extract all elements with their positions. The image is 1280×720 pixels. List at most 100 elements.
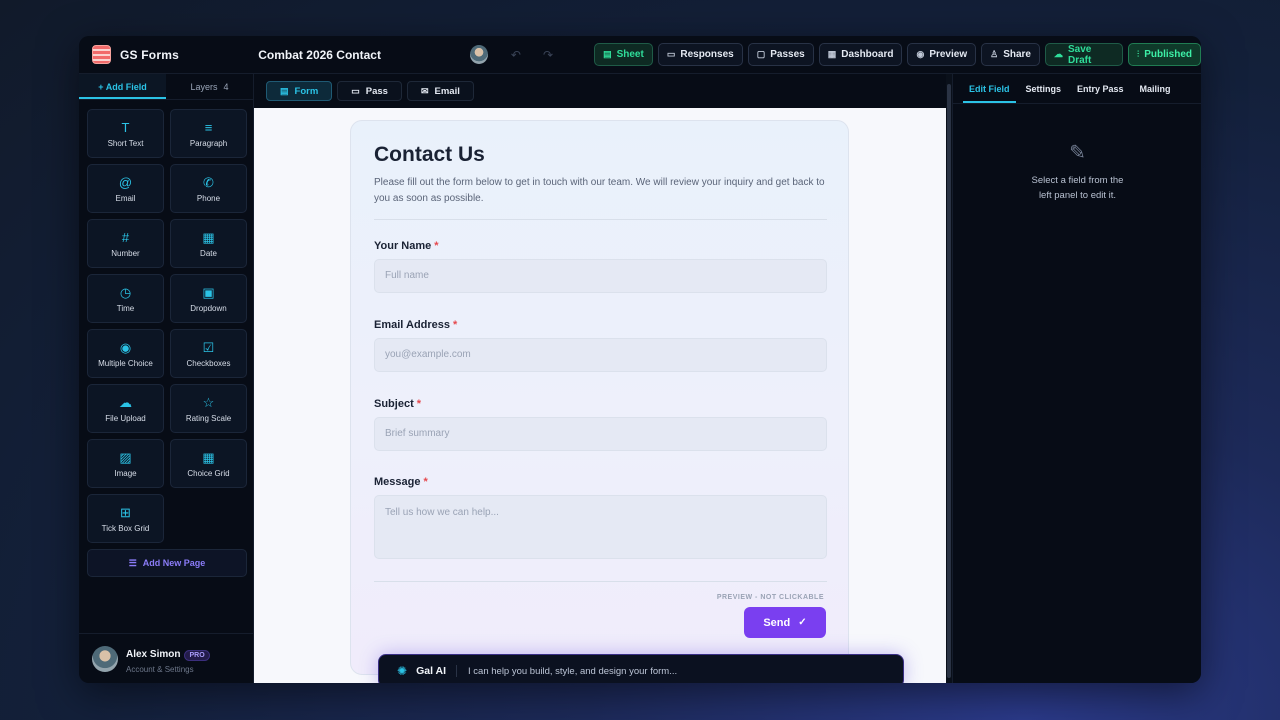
scrollbar-thumb[interactable] [947, 84, 951, 678]
form-icon: ▤ [280, 85, 289, 96]
editor-tabs: ▤ Form ▭ Pass ✉ Email [254, 74, 946, 108]
eye-icon: ◉ [916, 49, 925, 59]
tab-add-field-label: + Add Field [98, 82, 147, 92]
phone-icon: ✆ [203, 175, 214, 190]
redo-icon[interactable]: ↷ [532, 48, 564, 62]
field-type-email[interactable]: @ Email [87, 164, 164, 213]
form-heading: Contact Us [374, 143, 485, 166]
field-type-file-upload[interactable]: ☁ File Upload [87, 384, 164, 433]
ticket-icon: ▢ [756, 49, 766, 59]
passes-button[interactable]: ▢ Passes [747, 43, 814, 66]
save-draft-button[interactable]: ☁ Save Draft [1045, 43, 1123, 66]
email-label: Email Address * [374, 319, 457, 331]
tab-pass[interactable]: ▭ Pass [337, 81, 402, 101]
field-type-label: Multiple Choice [98, 359, 153, 368]
email-label-text: Email Address [374, 319, 451, 331]
cloud-icon: ☁ [1054, 49, 1063, 59]
field-type-date[interactable]: ▦ Date [170, 219, 247, 268]
account-settings-link[interactable]: Account & Settings [126, 665, 210, 674]
field-type-label: Image [114, 469, 137, 478]
user-name: Alex Simon [126, 648, 181, 660]
field-type-choice-grid[interactable]: ▦ Choice Grid [170, 439, 247, 488]
field-type-dropdown[interactable]: ▣ Dropdown [170, 274, 247, 323]
field-type-label: Paragraph [189, 139, 228, 148]
tab-mailing[interactable]: Mailing [1134, 74, 1177, 103]
form-description: Please fill out the form below to get in… [374, 177, 825, 204]
form-title[interactable]: Combat 2026 Contact [258, 48, 470, 62]
sheet-label: Sheet [616, 49, 644, 60]
app-name: GS Forms [120, 47, 179, 62]
field-type-image[interactable]: ▨ Image [87, 439, 164, 488]
subject-label-text: Subject [374, 398, 414, 410]
empty-state: ✎ Select a field from the left panel to … [953, 140, 1201, 203]
properties-panel: Edit Field Settings Entry Pass Mailing ✎… [952, 74, 1201, 683]
user-icon: ♙ [990, 49, 999, 59]
share-button[interactable]: ♙ Share [981, 43, 1040, 66]
number-icon: # [121, 230, 130, 245]
pages-icon: ☰ [128, 557, 137, 568]
grid-icon: ▦ [827, 49, 837, 59]
field-type-tick-box-grid[interactable]: ⊞ Tick Box Grid [87, 494, 164, 543]
field-type-rating-scale[interactable]: ☆ Rating Scale [170, 384, 247, 433]
field-type-number[interactable]: # Number [87, 219, 164, 268]
tab-email-label: Email [434, 85, 460, 97]
avatar [92, 645, 118, 672]
field-type-label: File Upload [105, 414, 146, 423]
save-draft-label: Save Draft [1068, 43, 1092, 66]
ai-assistant-bar[interactable]: ✺ Gal AI I can help you build, style, an… [378, 654, 904, 683]
field-type-label: Dropdown [190, 304, 227, 313]
tab-email[interactable]: ✉ Email [406, 81, 474, 101]
form-preview-card: Contact Us Please fill out the form belo… [350, 120, 849, 675]
subject-label: Subject * [374, 398, 421, 410]
undo-icon[interactable]: ↶ [500, 48, 532, 62]
name-label-text: Your Name [374, 240, 432, 252]
field-type-short-text[interactable]: T Short Text [87, 109, 164, 158]
tab-edit-field[interactable]: Edit Field [963, 74, 1016, 103]
preview-button[interactable]: ◉ Preview [907, 43, 977, 66]
brand[interactable]: GS Forms [92, 45, 258, 64]
published-button[interactable]: ⫶ Published [1127, 43, 1201, 66]
add-new-page-button[interactable]: ☰ Add New Page [87, 549, 247, 577]
dashboard-label: Dashboard [841, 49, 894, 60]
field-type-time[interactable]: ◷ Time [87, 274, 164, 323]
email-field[interactable]: you@example.com [374, 338, 827, 372]
field-type-phone[interactable]: ✆ Phone [170, 164, 247, 213]
app-logo-icon [92, 45, 111, 64]
message-label: Message * [374, 476, 428, 488]
field-type-paragraph[interactable]: ≡ Paragraph [170, 109, 247, 158]
subject-field[interactable]: Brief summary [374, 417, 827, 451]
ai-prompt-input[interactable]: I can help you build, style, and design … [468, 666, 677, 677]
preview-label: Preview [929, 49, 968, 60]
tab-layers[interactable]: Layers 4 [166, 74, 253, 99]
sheet-button[interactable]: ▤ Sheet [594, 43, 653, 66]
form-canvas: Contact Us Please fill out the form belo… [254, 108, 946, 683]
tab-entry-pass[interactable]: Entry Pass [1071, 74, 1130, 103]
field-type-label: Rating Scale [185, 414, 232, 423]
required-mark: * [416, 398, 422, 410]
tab-settings[interactable]: Settings [1020, 74, 1068, 103]
field-sidebar: + Add Field Layers 4 T Short Text ≡ Paragrap… [79, 74, 254, 683]
tab-form[interactable]: ▤ Form [266, 81, 333, 101]
responses-button[interactable]: ▭ Responses [657, 43, 743, 66]
passes-label: Passes [770, 49, 805, 60]
name-field[interactable]: Full name [374, 259, 827, 293]
pro-badge: PRO [184, 649, 210, 661]
tab-add-field[interactable]: + Add Field [79, 74, 166, 99]
email-icon: @ [118, 175, 133, 190]
divider [374, 219, 827, 220]
check-icon: ✓ [798, 617, 807, 628]
mail-icon: ✉ [420, 85, 429, 96]
collaborator-avatar[interactable] [469, 45, 488, 64]
time-icon: ◷ [119, 285, 132, 300]
user-account[interactable]: Alex Simon PRO Account & Settings [79, 633, 254, 683]
field-type-checkboxes[interactable]: ☑ Checkboxes [170, 329, 247, 378]
message-field[interactable]: Tell us how we can help... [374, 495, 827, 559]
field-type-multiple-choice[interactable]: ◉ Multiple Choice [87, 329, 164, 378]
send-button[interactable]: Send ✓ [744, 607, 826, 638]
required-mark: * [434, 240, 439, 252]
choice-grid-icon: ▦ [202, 450, 215, 465]
dashboard-button[interactable]: ▦ Dashboard [818, 43, 903, 66]
field-type-label: Number [111, 249, 140, 258]
ai-name: Gal AI [416, 665, 458, 677]
sidebar-tabs: + Add Field Layers 4 [79, 74, 253, 100]
